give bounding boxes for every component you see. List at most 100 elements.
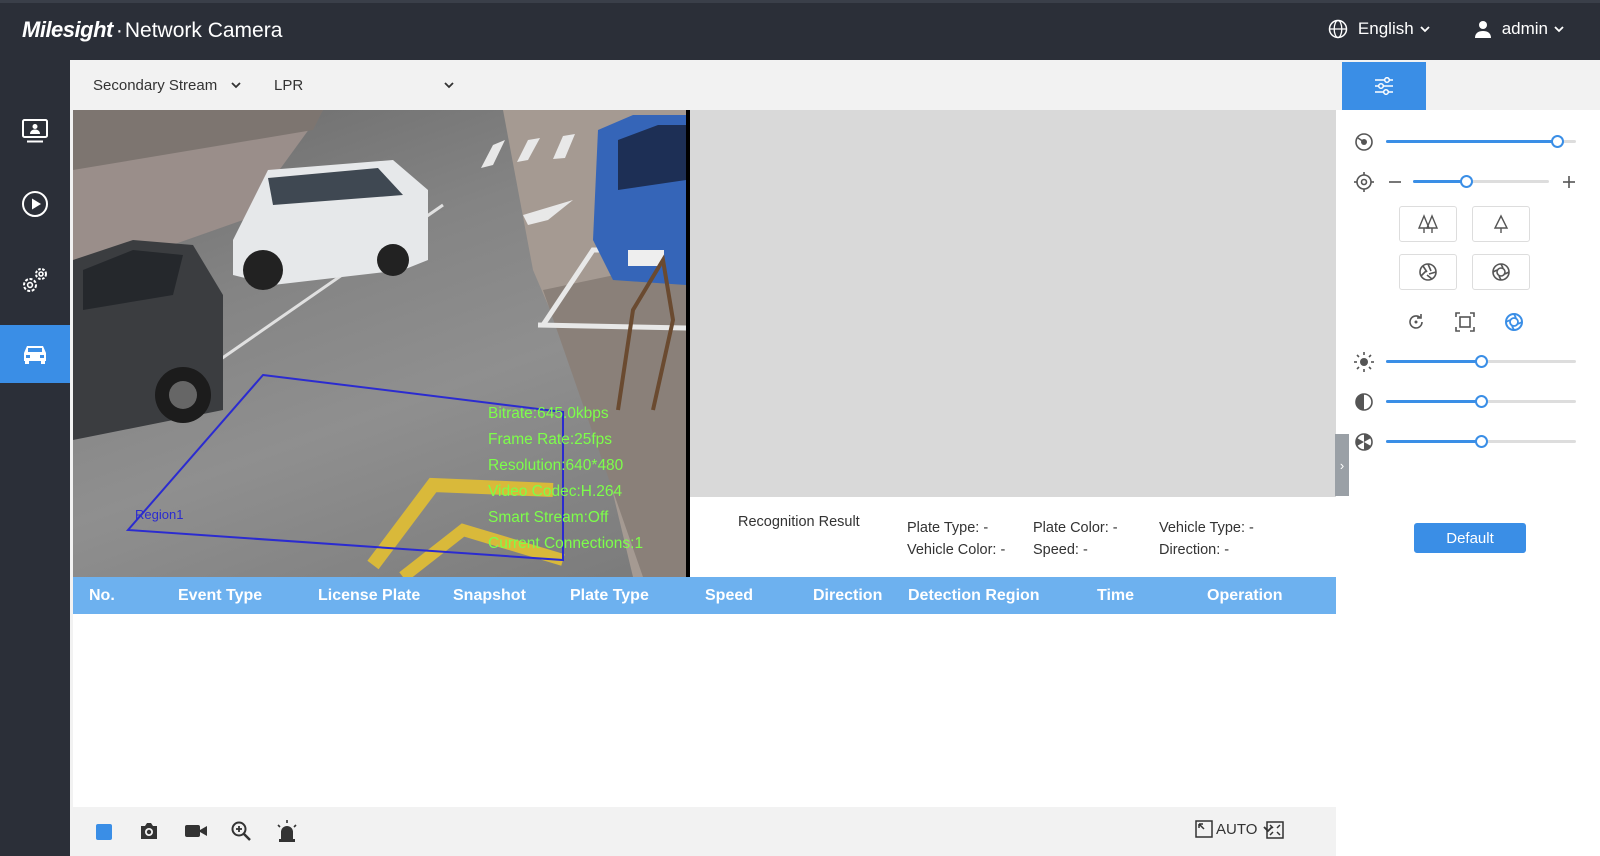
plate-type-field: Plate Type: - [907, 520, 988, 536]
monitor-icon [22, 119, 48, 143]
default-button[interactable]: Default [1414, 523, 1526, 553]
snapshot-preview [690, 110, 1336, 497]
iris-open-button[interactable] [1472, 254, 1530, 290]
lens-init-icon[interactable] [1504, 312, 1524, 332]
resize-icon [1195, 820, 1213, 838]
column-header[interactable]: Plate Type [570, 587, 649, 605]
column-header[interactable]: Speed [705, 587, 753, 605]
one-push-focus-icon[interactable] [1455, 312, 1475, 332]
direction-value: - [1224, 542, 1230, 558]
top-bar: Milesight · Network Camera English admin [0, 0, 1600, 56]
zoom-in-icon[interactable] [231, 821, 251, 841]
plus-icon[interactable] [1562, 175, 1576, 189]
column-header[interactable]: No. [89, 587, 115, 605]
video-record-icon[interactable] [185, 823, 207, 839]
minus-icon[interactable] [1388, 175, 1402, 189]
globe-icon [1328, 19, 1348, 39]
video-control-bar: AUTO [73, 807, 1336, 856]
osd-bitrate: Bitrate:645.0kbps [488, 405, 609, 422]
saturation-slider-fill [1386, 440, 1481, 443]
language-selector[interactable]: English [1328, 19, 1440, 39]
brand-logo: Milesight [22, 17, 113, 42]
plate-color-value: - [1112, 520, 1118, 536]
aperture-icon [1419, 263, 1437, 281]
saturation-slider-row [1336, 430, 1600, 454]
stream-size-value: AUTO [1216, 820, 1258, 838]
sidebar [0, 56, 70, 856]
camera-snapshot-icon[interactable] [139, 822, 159, 840]
zoom-wide-button[interactable] [1399, 206, 1457, 242]
direction-field: Direction: - [1159, 542, 1229, 558]
region-label: Region1 [135, 507, 184, 522]
live-video[interactable]: Bitrate:645.0kbps Frame Rate:25fps Resol… [73, 110, 690, 577]
column-header[interactable]: Snapshot [453, 587, 526, 605]
focus-slider-handle[interactable] [1460, 175, 1474, 188]
column-header[interactable]: License Plate [318, 587, 420, 605]
column-header[interactable]: Time [1097, 587, 1134, 605]
brightness-slider-row [1336, 350, 1600, 374]
chevron-down-icon [1554, 25, 1564, 32]
osd-resolution: Resolution:640*480 [488, 457, 624, 474]
vehicle-type-field: Vehicle Type: - [1159, 520, 1254, 536]
tab-image-settings[interactable] [1342, 62, 1426, 117]
plate-color-field: Plate Color: - [1033, 520, 1118, 536]
iris-close-button[interactable] [1399, 254, 1457, 290]
sidebar-item-vehicle[interactable] [0, 325, 70, 383]
zoom-tele-button[interactable] [1472, 206, 1530, 242]
stream-size-select[interactable]: AUTO [1195, 820, 1274, 838]
panel-collapse-handle[interactable]: › [1335, 434, 1349, 496]
column-header[interactable]: Detection Region [908, 587, 1040, 605]
user-label: admin [1501, 19, 1548, 38]
fullscreen-icon[interactable] [1266, 821, 1284, 839]
saturation-icon [1355, 433, 1373, 451]
plate-color-label: Plate Color: [1033, 520, 1109, 536]
focus-slider[interactable] [1413, 175, 1549, 188]
language-label: English [1357, 19, 1414, 38]
zoom-lens-icon [1355, 133, 1373, 151]
saturation-slider-handle[interactable] [1475, 435, 1488, 448]
brand-separator: · [115, 19, 123, 42]
zoom-slider-row [1336, 130, 1600, 154]
brightness-icon [1354, 352, 1374, 372]
stream-select-value: Secondary Stream [93, 76, 218, 94]
sidebar-item-settings[interactable] [0, 251, 70, 309]
zoom-slider-handle[interactable] [1551, 135, 1564, 148]
main-area: Secondary Stream LPR Bitrate:645.0kbps F… [70, 60, 1600, 856]
vehicle-color-label: Vehicle Color: [907, 542, 997, 558]
sliders-icon [1375, 77, 1393, 95]
column-header[interactable]: Operation [1207, 587, 1283, 605]
contrast-slider-handle[interactable] [1475, 395, 1488, 408]
user-icon [1474, 21, 1491, 38]
focus-target-icon [1354, 172, 1374, 192]
osd-video-codec: Video Codec:H.264 [488, 483, 623, 500]
chevron-down-icon [231, 81, 241, 88]
stream-select[interactable]: Secondary Stream [93, 77, 241, 94]
focus-slider-fill [1413, 180, 1467, 183]
vehicle-type-label: Vehicle Type: [1159, 520, 1245, 536]
video-frame: Bitrate:645.0kbps Frame Rate:25fps Resol… [73, 110, 687, 577]
brightness-slider-handle[interactable] [1475, 355, 1488, 368]
refresh-focus-icon[interactable] [1406, 312, 1426, 332]
sidebar-item-playback[interactable] [0, 175, 70, 233]
sidebar-item-live-view[interactable] [0, 102, 70, 160]
speed-label: Speed: [1033, 542, 1079, 558]
column-header[interactable]: Direction [813, 587, 882, 605]
video-osd: Bitrate:645.0kbps Frame Rate:25fps Resol… [488, 401, 643, 557]
brightness-slider[interactable] [1386, 355, 1576, 368]
user-menu[interactable]: admin [1474, 19, 1574, 39]
brightness-slider-fill [1386, 360, 1481, 363]
contrast-slider[interactable] [1386, 395, 1576, 408]
alarm-icon[interactable] [276, 820, 298, 842]
column-header[interactable]: Event Type [178, 587, 262, 605]
zoom-slider[interactable] [1386, 135, 1576, 148]
chevron-right-icon: › [1339, 457, 1345, 473]
osd-connections: Current Connections:1 [488, 535, 644, 552]
mode-select[interactable]: LPR [274, 77, 454, 94]
trees-wide-icon [1417, 214, 1439, 233]
focus-slider-row [1336, 170, 1600, 194]
osd-frame-rate: Frame Rate:25fps [488, 431, 613, 448]
vehicle-color-value: - [1000, 542, 1006, 558]
speed-field: Speed: - [1033, 542, 1088, 558]
saturation-slider[interactable] [1386, 435, 1576, 448]
stop-icon[interactable] [96, 824, 112, 840]
